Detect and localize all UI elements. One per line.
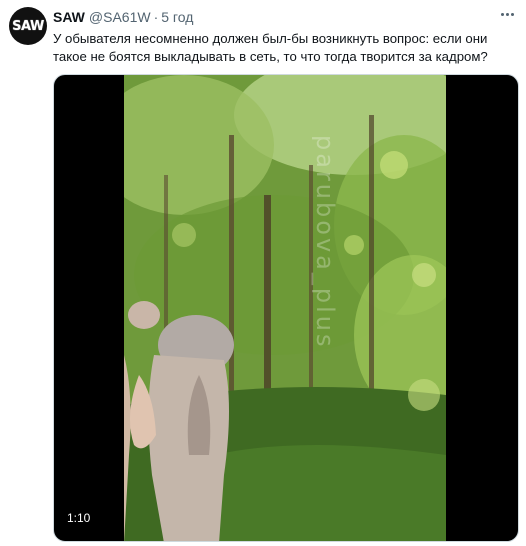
more-dot	[500, 12, 504, 16]
avatar[interactable]: SAW	[9, 7, 47, 45]
video-player[interactable]: parubova_plus 1:10	[53, 74, 519, 542]
video-watermark: parubova_plus	[311, 135, 339, 350]
user-handle[interactable]: @SA61W	[89, 9, 151, 25]
display-name[interactable]: SAW	[53, 9, 85, 25]
more-dot	[510, 12, 514, 16]
more-icon[interactable]	[496, 6, 518, 22]
tweet[interactable]: SAW SAW @SA61W · 5 год У обывателя несом…	[0, 0, 526, 546]
video-duration: 1:10	[62, 510, 96, 526]
tweet-header: SAW @SA61W · 5 год	[53, 9, 193, 27]
more-dot	[505, 12, 509, 16]
video-frame[interactable]: parubova_plus	[124, 75, 446, 541]
separator-dot: ·	[153, 9, 159, 25]
tweet-text: У обывателя несомненно должен был-бы воз…	[53, 31, 488, 64]
avatar-logo: SAW	[12, 18, 44, 34]
tweet-time[interactable]: 5 год	[161, 9, 193, 25]
video-thumbnail	[124, 75, 446, 541]
